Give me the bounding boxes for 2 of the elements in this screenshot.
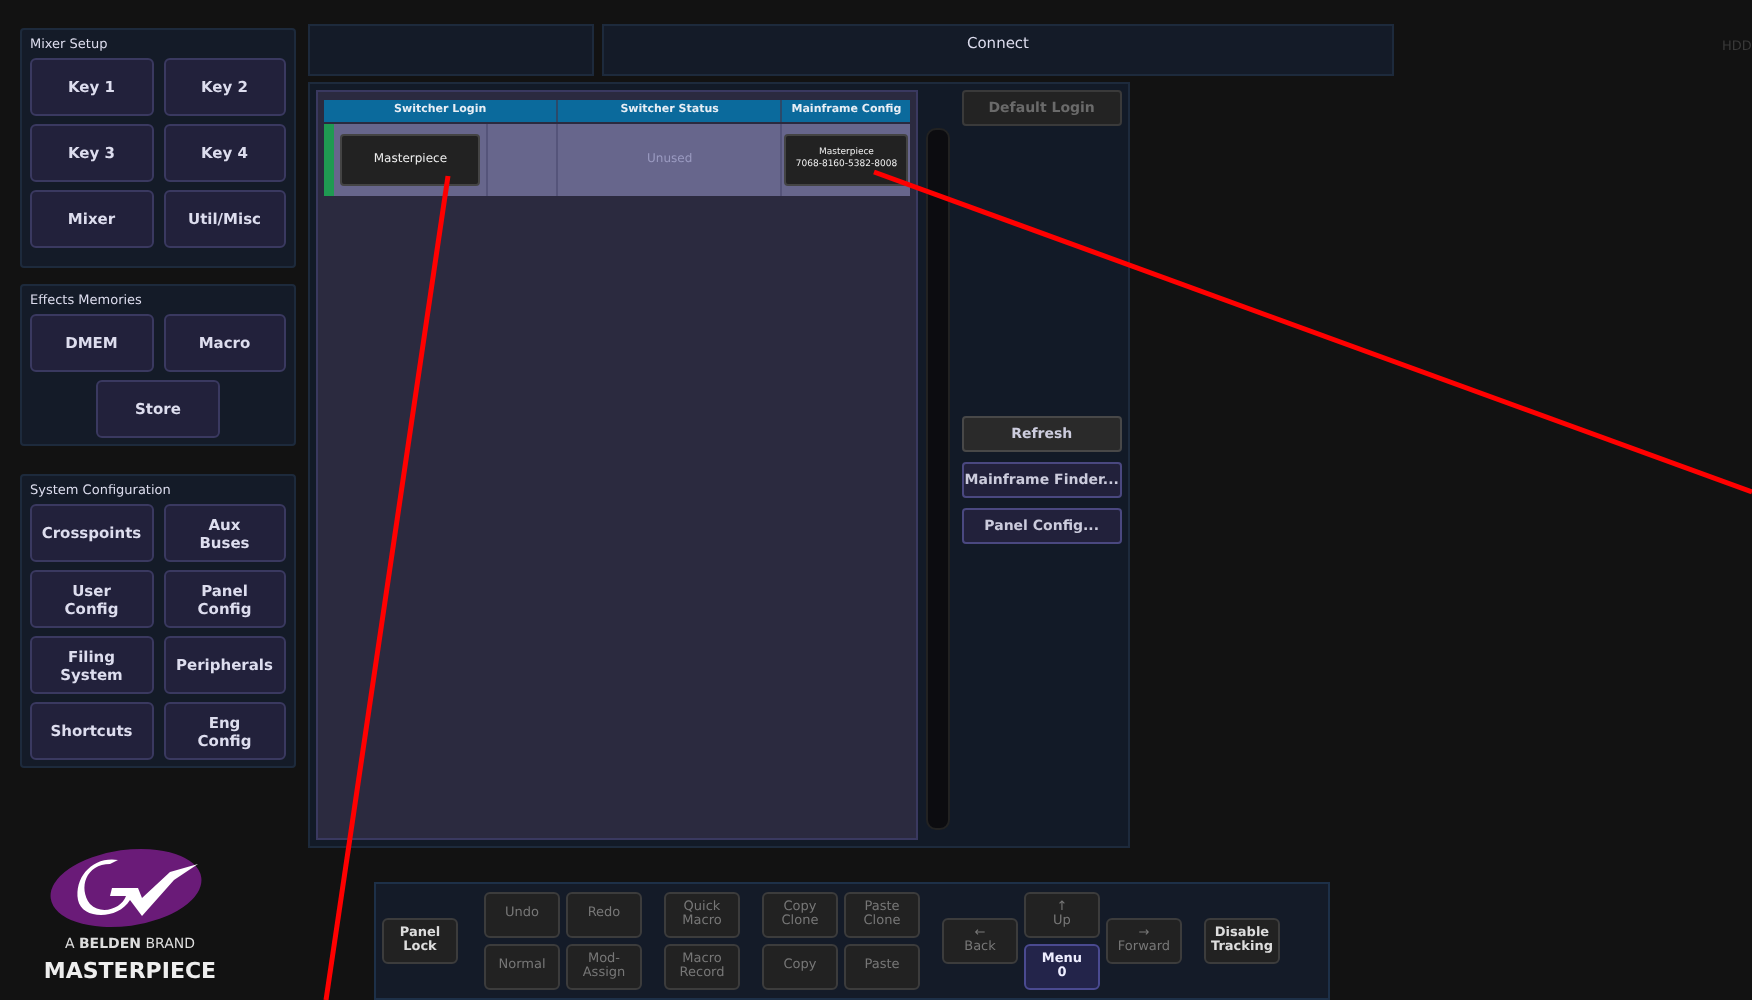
product-name: MASTERPIECE: [43, 958, 217, 984]
scrollbar[interactable]: [926, 127, 950, 830]
